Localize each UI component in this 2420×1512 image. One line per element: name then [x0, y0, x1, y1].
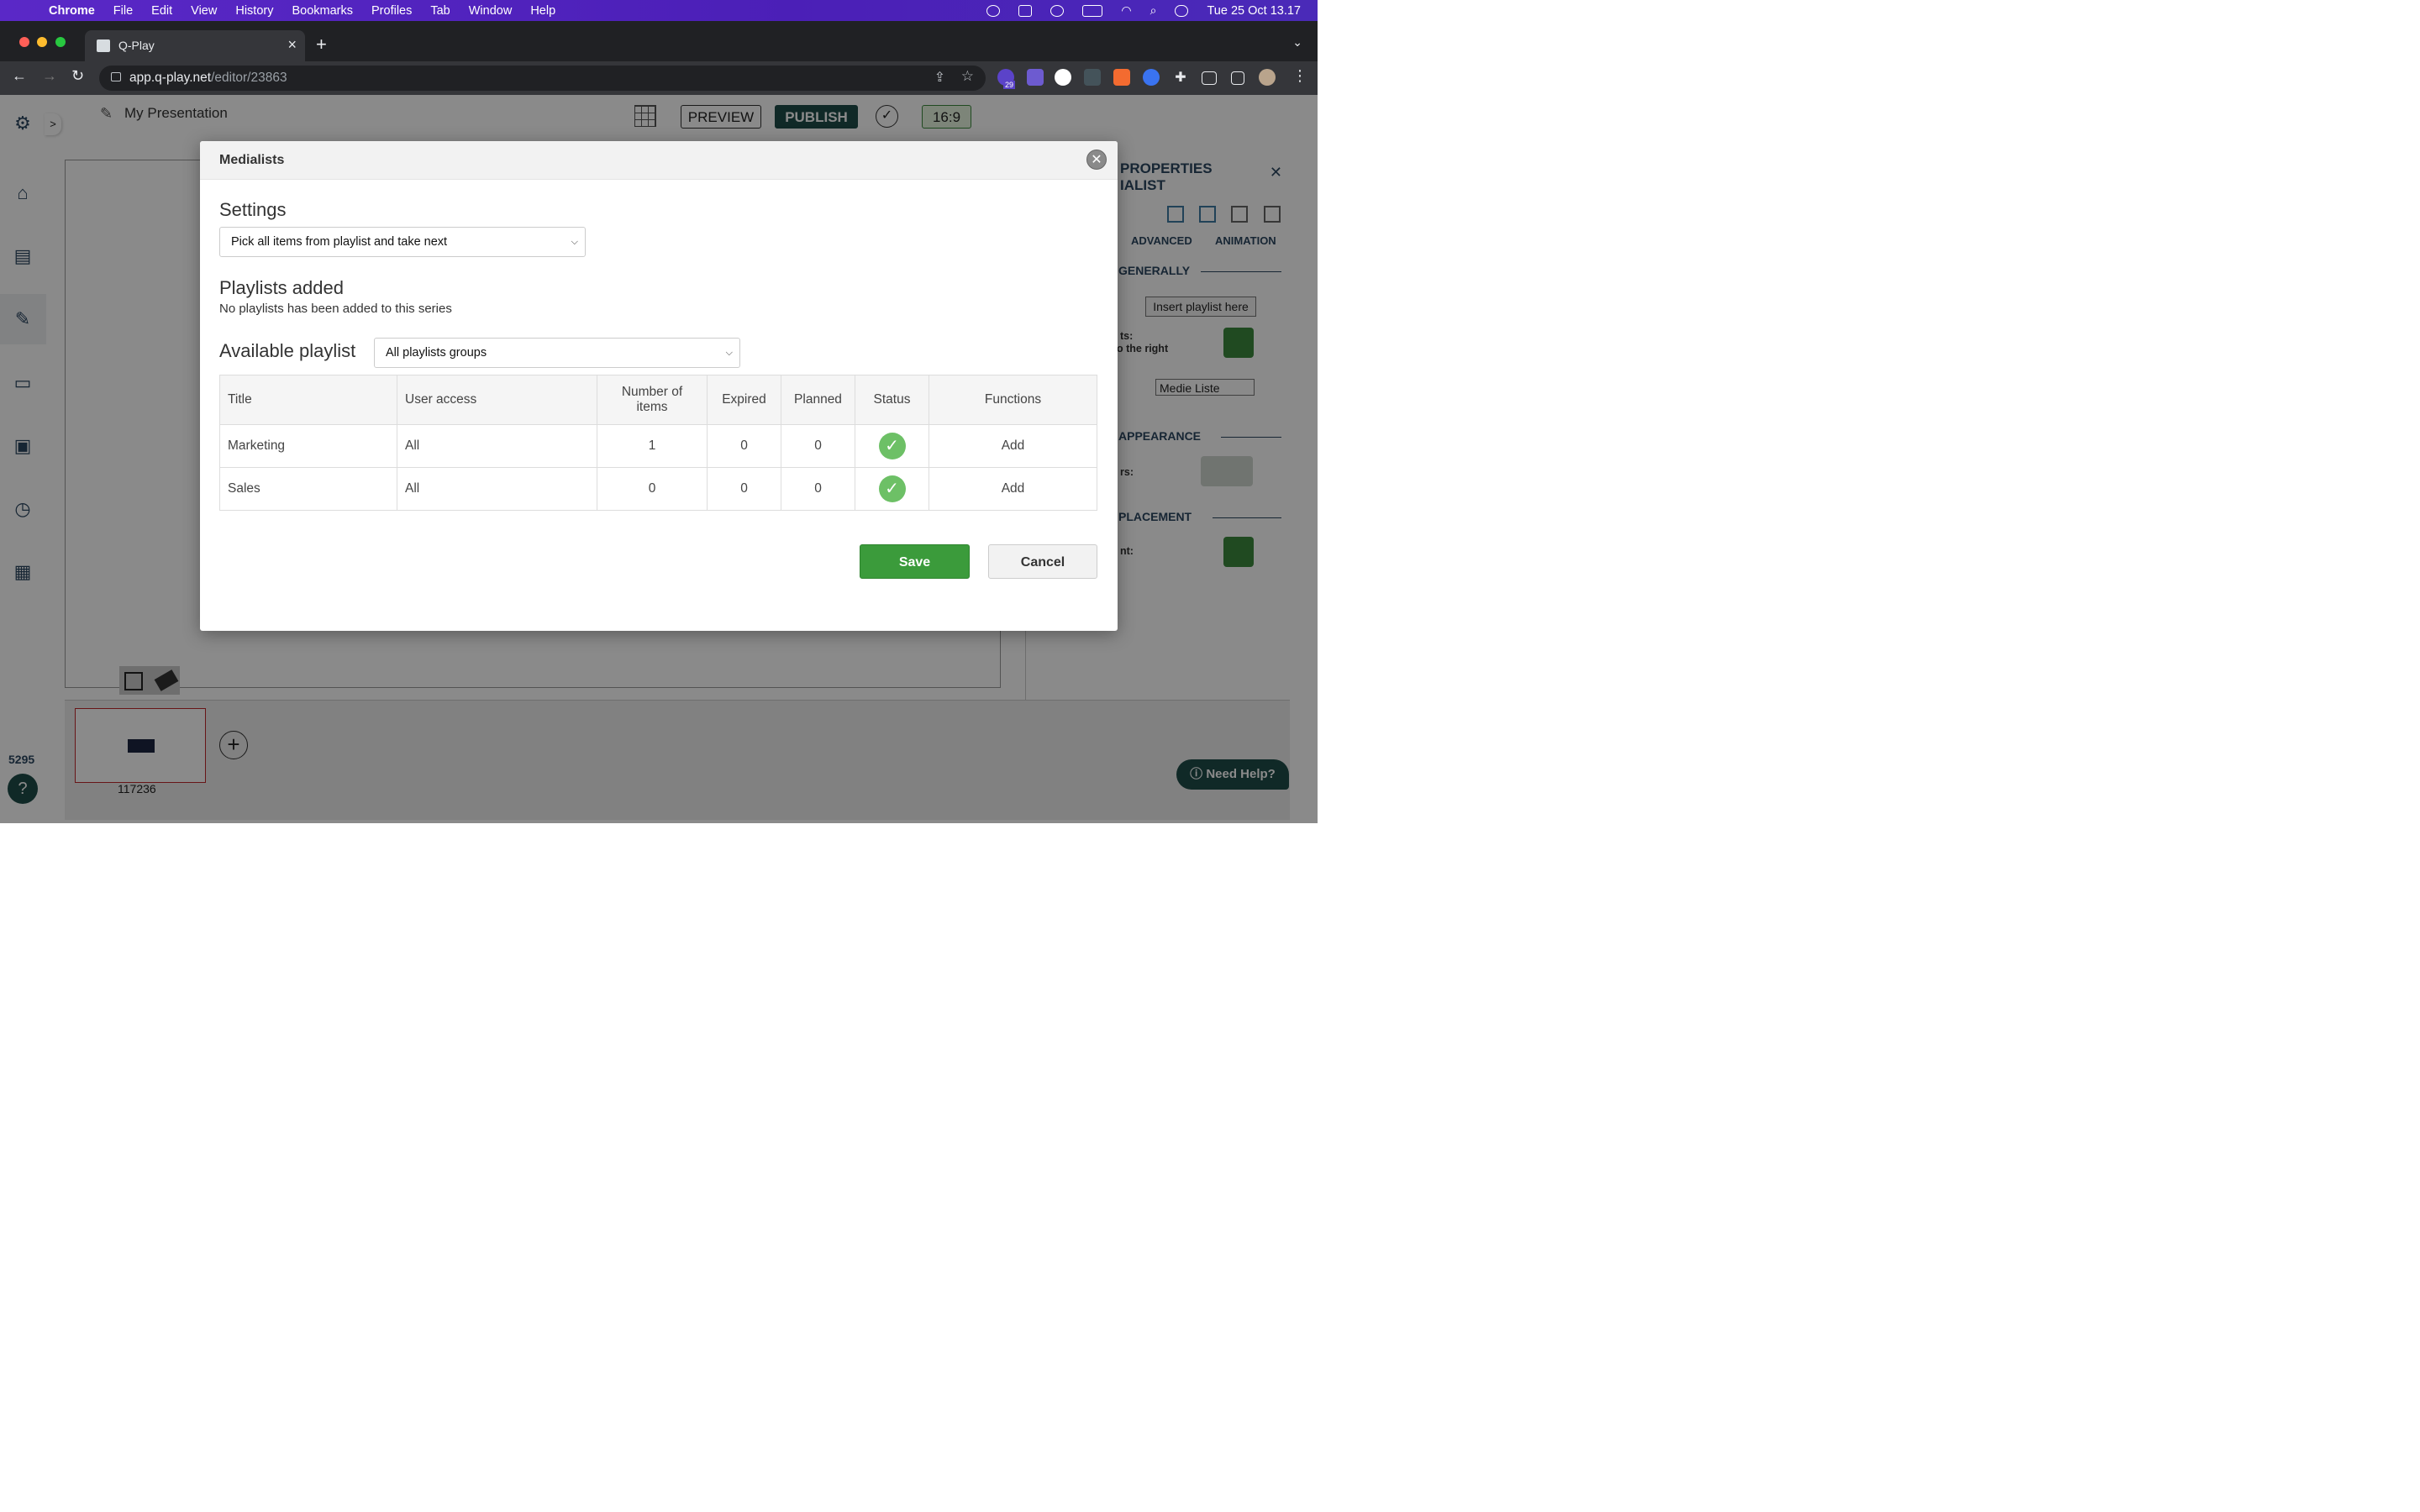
- modal-close-icon[interactable]: ✕: [1086, 150, 1107, 170]
- row-items: 0: [597, 467, 708, 511]
- extension-fonts-icon[interactable]: [1055, 69, 1071, 86]
- reading-list-icon[interactable]: [1202, 71, 1217, 85]
- menu-bookmarks[interactable]: Bookmarks: [292, 4, 353, 18]
- extension-new-icon[interactable]: [1084, 69, 1101, 86]
- settings-mode-value: Pick all items from playlist and take ne…: [231, 235, 448, 249]
- browser-tab[interactable]: Q-Play ×: [85, 30, 305, 61]
- share-icon[interactable]: ⇪: [934, 69, 945, 86]
- drive-icon[interactable]: [1018, 4, 1033, 17]
- wifi-icon[interactable]: ◠: [1121, 3, 1131, 18]
- os-menubar: Chrome File Edit View History Bookmarks …: [0, 0, 1318, 21]
- extensions-puzzle-icon[interactable]: ✚: [1172, 69, 1189, 86]
- chevron-down-icon: ⌵: [571, 237, 578, 247]
- playlist-group-select[interactable]: All playlists groups ⌵: [374, 338, 740, 368]
- table-row: Sales All 0 0 0 ✓ Add: [219, 467, 1097, 511]
- col-user-access[interactable]: User access: [397, 375, 597, 425]
- col-number-of-items[interactable]: Number of items: [597, 375, 708, 425]
- extension-pen-icon[interactable]: [1027, 69, 1044, 86]
- row-title: Marketing: [219, 424, 397, 468]
- modal-title: Medialists: [219, 153, 285, 167]
- row-status: ✓: [855, 467, 929, 511]
- cancel-button[interactable]: Cancel: [988, 544, 1097, 579]
- playlist-table: Title User access Number of items Expire…: [219, 375, 1097, 511]
- col-status[interactable]: Status: [855, 375, 929, 425]
- menu-app-name[interactable]: Chrome: [49, 4, 95, 18]
- row-planned: 0: [781, 467, 855, 511]
- url-text[interactable]: app.q-play.net/editor/23863: [129, 71, 287, 86]
- col-planned[interactable]: Planned: [781, 375, 855, 425]
- table-row: Marketing All 1 0 0 ✓ Add: [219, 424, 1097, 468]
- col-title[interactable]: Title: [219, 375, 397, 425]
- tab-search-chevron-icon[interactable]: ⌄: [1292, 35, 1302, 50]
- window-minimize-button[interactable]: [37, 37, 47, 47]
- spotlight-search-icon[interactable]: ⌕: [1150, 3, 1157, 18]
- profile-avatar[interactable]: [1259, 69, 1276, 86]
- row-access: All: [397, 424, 597, 468]
- address-bar[interactable]: app.q-play.net/editor/23863 ⇪ ☆: [99, 66, 986, 91]
- menu-help[interactable]: Help: [530, 4, 555, 18]
- menubar-status-area: ◠ ⌕ Tue 25 Oct 13.17: [986, 0, 1301, 21]
- row-title: Sales: [219, 467, 397, 511]
- creative-cloud-icon[interactable]: [986, 4, 1001, 17]
- col-expired[interactable]: Expired: [707, 375, 781, 425]
- save-button[interactable]: Save: [860, 544, 970, 579]
- reload-icon[interactable]: ↻: [71, 67, 84, 85]
- status-check-icon: ✓: [878, 475, 906, 502]
- table-header-row: Title User access Number of items Expire…: [219, 375, 1097, 425]
- row-planned: 0: [781, 424, 855, 468]
- menubar-clock[interactable]: Tue 25 Oct 13.17: [1207, 4, 1301, 18]
- url-path: /editor/23863: [211, 71, 287, 85]
- tab-close-icon[interactable]: ×: [287, 36, 297, 54]
- menu-history[interactable]: History: [235, 4, 273, 18]
- new-tab-plus-icon[interactable]: +: [316, 34, 327, 55]
- bookmark-star-icon[interactable]: ☆: [961, 68, 974, 85]
- lock-icon: [111, 72, 121, 81]
- chrome-menu-kebab-icon[interactable]: ⋮: [1292, 67, 1307, 85]
- settings-heading: Settings: [219, 199, 287, 220]
- menu-file[interactable]: File: [113, 4, 133, 18]
- url-host: app.q-play.net: [129, 71, 212, 85]
- medialists-modal: Medialists ✕ Settings Pick all items fro…: [200, 141, 1118, 631]
- settings-mode-select[interactable]: Pick all items from playlist and take ne…: [219, 227, 586, 257]
- row-items: 1: [597, 424, 708, 468]
- add-playlist-button[interactable]: Add: [929, 424, 1097, 468]
- control-center-icon[interactable]: [1175, 4, 1189, 17]
- extension-c-icon[interactable]: [1143, 69, 1160, 86]
- available-playlist-heading: Available playlist: [219, 340, 356, 361]
- extension-badge: 29: [1003, 81, 1016, 89]
- forward-arrow-icon[interactable]: →: [42, 67, 57, 85]
- tab-title: Q-Play: [118, 39, 155, 52]
- modal-header: Medialists ✕: [200, 141, 1118, 180]
- menu-profiles[interactable]: Profiles: [371, 4, 412, 18]
- window-zoom-button[interactable]: [55, 37, 66, 47]
- row-access: All: [397, 467, 597, 511]
- qplay-favicon-icon: [97, 39, 110, 52]
- menu-edit[interactable]: Edit: [151, 4, 172, 18]
- window-close-button[interactable]: [19, 37, 29, 47]
- add-playlist-button[interactable]: Add: [929, 467, 1097, 511]
- chevron-down-icon: ⌵: [725, 348, 733, 358]
- col-functions[interactable]: Functions: [929, 375, 1097, 425]
- menu-view[interactable]: View: [191, 4, 217, 18]
- mute-icon[interactable]: [1050, 4, 1065, 17]
- menu-window[interactable]: Window: [469, 4, 513, 18]
- playlist-group-value: All playlists groups: [386, 346, 487, 360]
- status-check-icon: ✓: [878, 433, 906, 459]
- row-expired: 0: [707, 424, 781, 468]
- battery-icon[interactable]: [1082, 4, 1103, 17]
- playlists-added-empty-text: No playlists has been added to this seri…: [219, 302, 452, 316]
- playlists-added-heading: Playlists added: [219, 277, 344, 298]
- menu-tab[interactable]: Tab: [430, 4, 450, 18]
- extension-bolt-icon[interactable]: [1113, 69, 1130, 86]
- row-expired: 0: [707, 467, 781, 511]
- side-panel-icon[interactable]: [1231, 71, 1244, 85]
- row-status: ✓: [855, 424, 929, 468]
- back-arrow-icon[interactable]: ←: [12, 67, 27, 85]
